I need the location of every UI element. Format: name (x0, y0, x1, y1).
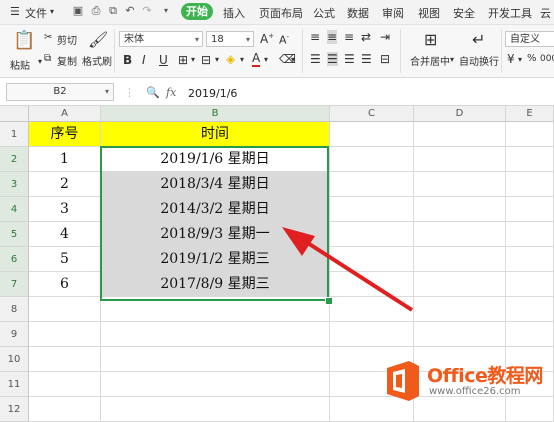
watermark-brand: Office教程网 (427, 365, 543, 387)
watermark-url: www.office26.com (429, 386, 521, 397)
arrow-shaft (298, 236, 414, 312)
watermark-logo: Office教程网 www.office26.com (383, 360, 548, 404)
annotation-arrow (282, 227, 414, 312)
office-logo-icon (387, 361, 419, 401)
arrow-head (282, 227, 315, 256)
